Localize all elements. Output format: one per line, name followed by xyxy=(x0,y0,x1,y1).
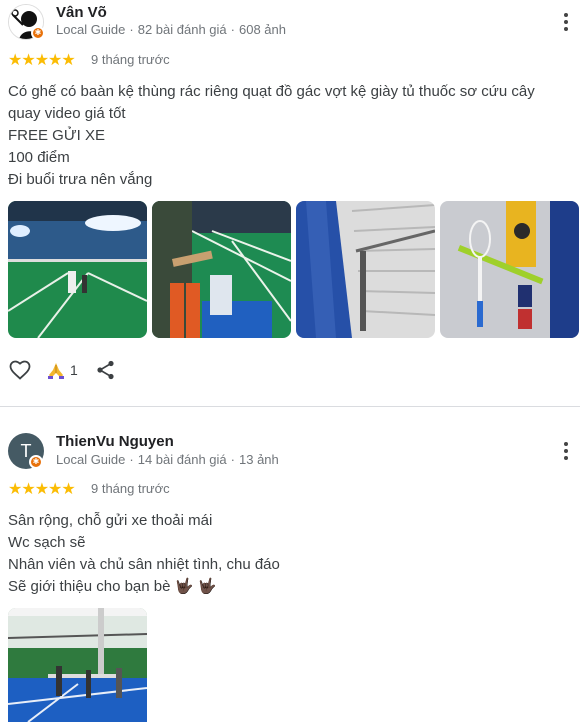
review-time: 9 tháng trước xyxy=(91,481,170,496)
review-line: 100 điểm xyxy=(8,149,70,166)
reviewer-name[interactable]: ThienVu Nguyen xyxy=(56,433,174,450)
heart-icon[interactable] xyxy=(8,358,32,382)
review-line: FREE GỬI XE xyxy=(8,127,105,144)
local-guide-label: Local Guide xyxy=(56,22,126,37)
photo-count: 13 ảnh xyxy=(239,452,279,467)
review-count: 14 bài đánh giá xyxy=(137,452,227,467)
more-options-button[interactable] xyxy=(560,10,572,34)
review-divider xyxy=(0,406,580,407)
local-guide-icon: ✱ xyxy=(31,26,45,40)
review-count: 82 bài đánh giá xyxy=(137,22,227,37)
review-line: Nhân viên và chủ sân nhiệt tình, chu đáo xyxy=(8,556,280,573)
more-options-button[interactable] xyxy=(560,439,572,463)
photo-count: 608 ảnh xyxy=(239,22,286,37)
share-icon[interactable] xyxy=(95,359,117,381)
star-rating: ★★★★★ xyxy=(8,52,76,69)
review-line: Có ghế có baàn kệ thùng rác riêng quạt đ… xyxy=(8,83,535,100)
review-line: Đi buổi trưa nên vắng xyxy=(8,171,153,188)
review-photo[interactable] xyxy=(8,608,147,722)
review-text: Sân rộng, chỗ gửi xe thoải mái Wc sạch s… xyxy=(8,510,568,598)
reviewer-name[interactable]: Vân Võ xyxy=(56,4,107,21)
review-photo[interactable] xyxy=(152,201,291,338)
praise-hands-icon[interactable] xyxy=(46,361,66,381)
local-guide-label: Local Guide xyxy=(56,452,126,467)
review-line: Sẽ giới thiệu cho bạn bè 🤟🏿 🤟🏿 xyxy=(8,578,217,595)
local-guide-icon: ✱ xyxy=(29,455,43,469)
review-text: Có ghế có baàn kệ thùng rác riêng quạt đ… xyxy=(8,81,568,191)
reviewer-meta: Local Guide · 14 bài đánh giá · 13 ảnh xyxy=(56,452,279,467)
reviewer-meta: Local Guide · 82 bài đánh giá · 608 ảnh xyxy=(56,22,286,37)
review-line: Wc sạch sẽ xyxy=(8,534,86,551)
star-rating: ★★★★★ xyxy=(8,481,76,498)
reaction-count: 1 xyxy=(70,362,78,378)
review-line: Sân rộng, chỗ gửi xe thoải mái xyxy=(8,512,213,529)
review-photo[interactable] xyxy=(8,201,147,338)
review-photo[interactable] xyxy=(440,201,579,338)
review-line: quay video giá tốt xyxy=(8,105,126,122)
review-time: 9 tháng trước xyxy=(91,52,170,67)
review-photo[interactable] xyxy=(296,201,435,338)
